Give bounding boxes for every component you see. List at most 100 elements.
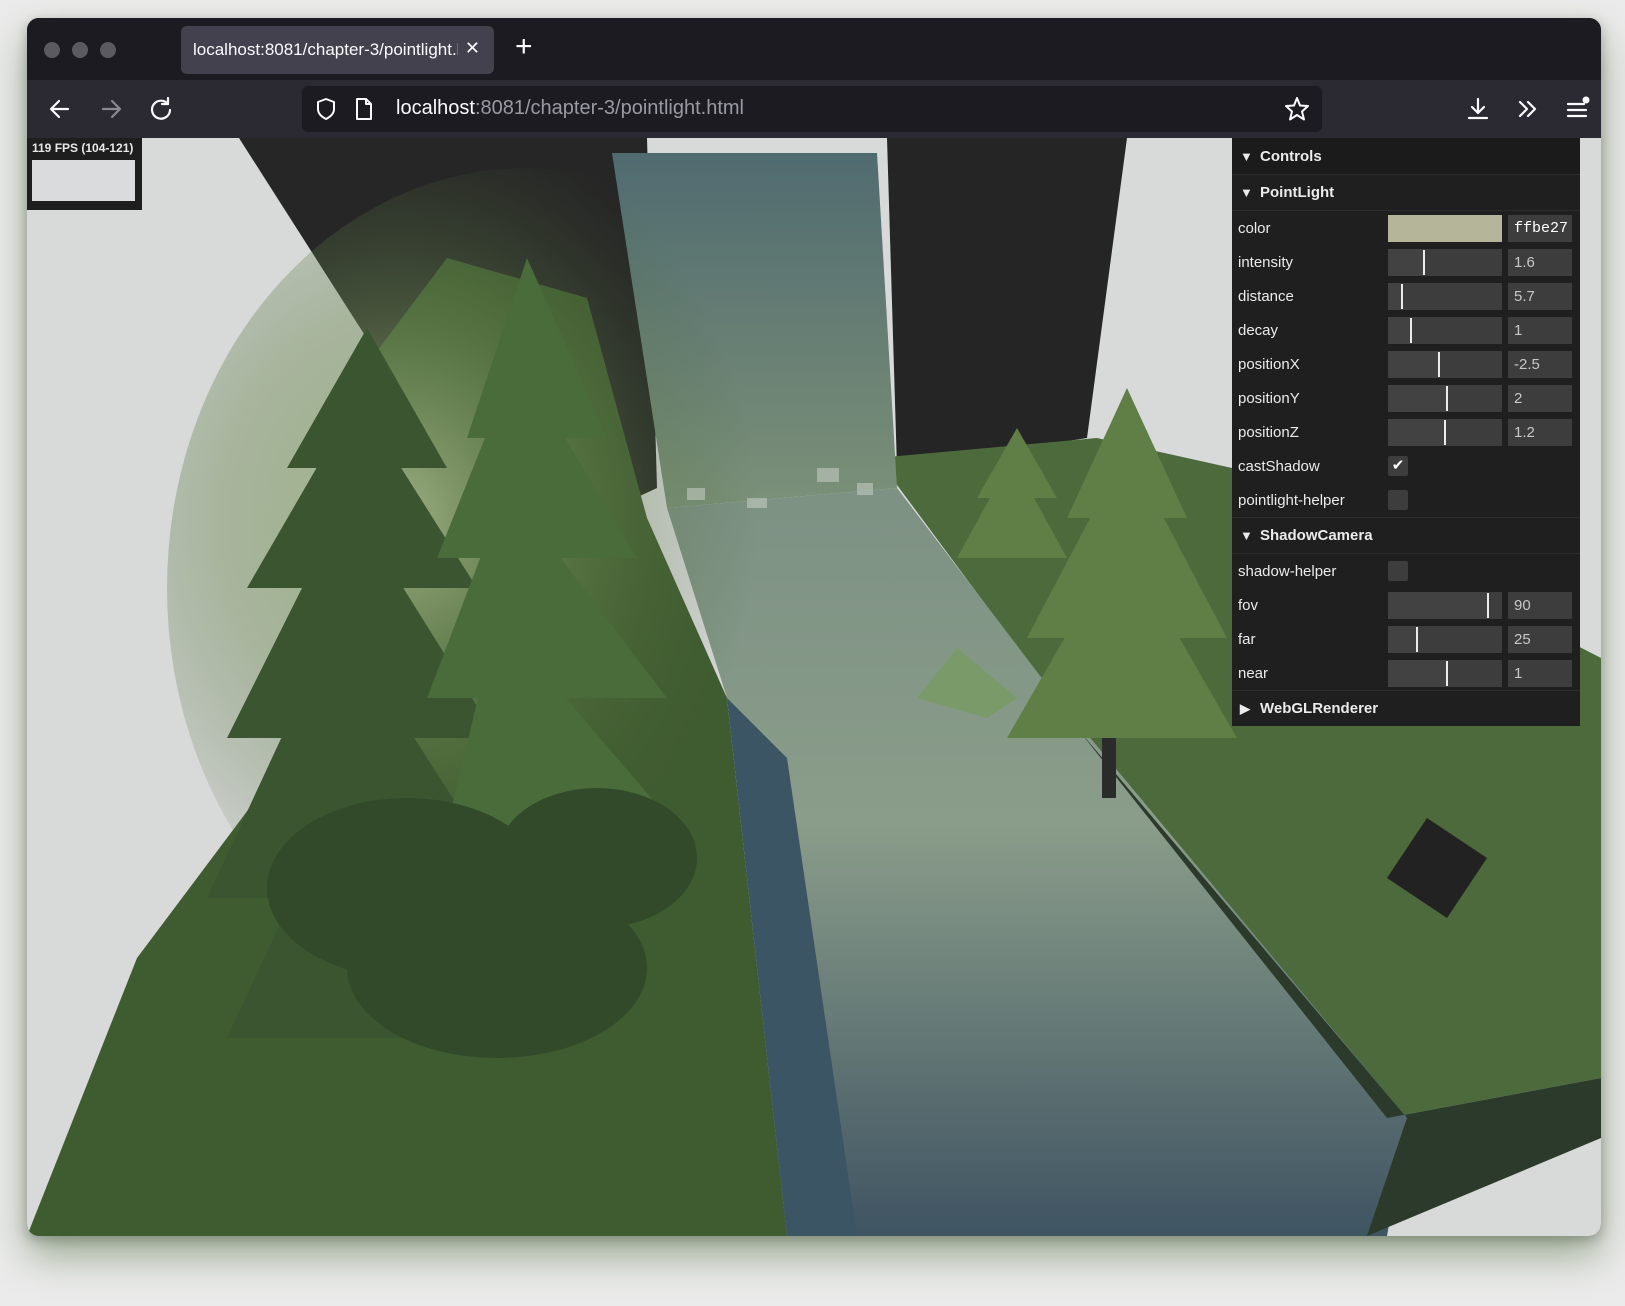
webgl-canvas[interactable]: 119 FPS (104-121) ▼ Controls ▼ PointLigh…: [27, 138, 1601, 1236]
folder-pointlight[interactable]: ▼ PointLight: [1232, 175, 1580, 211]
fov-slider[interactable]: [1388, 592, 1502, 619]
near-label: near: [1238, 665, 1269, 682]
fps-graph: [32, 160, 135, 201]
pointlight-helper-label: pointlight-helper: [1238, 492, 1345, 509]
distance-label: distance: [1238, 288, 1294, 305]
url-bar[interactable]: localhost:8081/chapter-3/pointlight.html: [302, 86, 1322, 132]
fps-stats-panel[interactable]: 119 FPS (104-121): [27, 138, 142, 210]
positionz-slider-handle[interactable]: [1444, 420, 1446, 445]
overflow-chevrons-icon[interactable]: [1514, 95, 1542, 123]
color-swatch[interactable]: [1388, 215, 1502, 242]
near-slider-handle[interactable]: [1446, 661, 1449, 686]
positionx-label: positionX: [1238, 356, 1300, 373]
fov-label: fov: [1238, 597, 1259, 614]
far-slider-fill: [1388, 626, 1417, 653]
far-slider-handle[interactable]: [1415, 627, 1418, 652]
positiony-number-input[interactable]: 2: [1508, 385, 1572, 412]
intensity-slider-handle[interactable]: [1423, 250, 1426, 275]
distance-row: distance 5.7: [1232, 279, 1580, 313]
positiony-row: positionY 2: [1232, 381, 1580, 415]
folder-webglrenderer-title: WebGLRenderer: [1260, 700, 1379, 717]
near-row: near 1: [1232, 656, 1580, 690]
url-host: localhost: [396, 97, 475, 119]
download-icon[interactable]: [1464, 95, 1492, 123]
zoom-window-icon[interactable]: [100, 42, 116, 58]
positionz-slider[interactable]: [1388, 419, 1502, 446]
new-tab-icon[interactable]: +: [515, 32, 533, 62]
positiony-slider[interactable]: [1388, 385, 1502, 412]
chevron-right-icon: ▶: [1240, 700, 1250, 716]
color-row: color ffbe27: [1232, 211, 1580, 245]
controls-panel: ▼ Controls ▼ PointLight color ffbe27 int…: [1232, 138, 1580, 726]
far-number-input[interactable]: 25: [1508, 626, 1572, 653]
page-icon[interactable]: [354, 97, 374, 121]
url-path: :8081/chapter-3/pointlight.html: [474, 97, 744, 119]
forward-icon[interactable]: [97, 95, 125, 123]
intensity-number-input[interactable]: 1.6: [1508, 249, 1572, 276]
reload-icon[interactable]: [147, 95, 175, 123]
url-text[interactable]: localhost:8081/chapter-3/pointlight.html: [396, 97, 744, 120]
folder-pointlight-title: PointLight: [1260, 184, 1335, 201]
positionz-slider-fill: [1388, 419, 1445, 446]
bookmark-star-icon[interactable]: [1284, 96, 1310, 122]
fov-slider-fill: [1388, 592, 1489, 619]
tab-close-icon[interactable]: ✕: [465, 38, 480, 59]
minimize-window-icon[interactable]: [72, 42, 88, 58]
controls-header[interactable]: ▼ Controls: [1232, 138, 1580, 175]
positionx-slider[interactable]: [1388, 351, 1502, 378]
navigation-bar: localhost:8081/chapter-3/pointlight.html: [27, 80, 1601, 138]
far-row: far 25: [1232, 622, 1580, 656]
back-icon[interactable]: [46, 95, 74, 123]
shadow-helper-checkbox[interactable]: [1388, 561, 1408, 581]
positionz-row: positionZ 1.2: [1232, 415, 1580, 449]
decay-label: decay: [1238, 322, 1279, 339]
decay-row: decay 1: [1232, 313, 1580, 347]
shadow-helper-label: shadow-helper: [1238, 563, 1337, 580]
folder-webglrenderer[interactable]: ▶ WebGLRenderer: [1232, 690, 1580, 726]
tab-bar: localhost:8081/chapter-3/pointlight.html…: [27, 18, 1601, 80]
decay-number-input[interactable]: 1: [1508, 317, 1572, 344]
decay-slider-handle[interactable]: [1409, 318, 1412, 343]
pointlight-helper-row: pointlight-helper: [1232, 483, 1580, 518]
castshadow-checkbox[interactable]: ✔: [1388, 456, 1408, 476]
fov-row: fov 90: [1232, 588, 1580, 622]
decay-slider-fill: [1388, 317, 1411, 344]
positionx-number-input[interactable]: -2.5: [1508, 351, 1572, 378]
folder-shadowcamera-title: ShadowCamera: [1260, 527, 1373, 544]
intensity-row: intensity 1.6: [1232, 245, 1580, 279]
menu-icon[interactable]: [1563, 95, 1591, 123]
positionx-row: positionX -2.5: [1232, 347, 1580, 381]
fps-readout: 119 FPS (104-121): [32, 141, 134, 155]
decay-slider[interactable]: [1388, 317, 1502, 344]
shadow-helper-row: shadow-helper: [1232, 554, 1580, 588]
browser-tab[interactable]: localhost:8081/chapter-3/pointlight.html…: [181, 26, 494, 74]
distance-number-input[interactable]: 5.7: [1508, 283, 1572, 310]
castshadow-row: castShadow ✔: [1232, 449, 1580, 483]
positiony-slider-handle[interactable]: [1446, 386, 1449, 411]
close-window-icon[interactable]: [44, 42, 60, 58]
fov-number-input[interactable]: 90: [1508, 592, 1572, 619]
chevron-down-icon: ▼: [1240, 148, 1253, 164]
near-slider[interactable]: [1388, 660, 1502, 687]
near-slider-fill: [1388, 660, 1448, 687]
intensity-slider[interactable]: [1388, 249, 1502, 276]
browser-window: localhost:8081/chapter-3/pointlight.html…: [27, 18, 1601, 1236]
fov-slider-handle[interactable]: [1487, 593, 1490, 618]
color-label: color: [1238, 220, 1271, 237]
shield-icon[interactable]: [315, 97, 337, 121]
positionx-slider-fill: [1388, 351, 1440, 378]
far-slider[interactable]: [1388, 626, 1502, 653]
distance-slider-handle[interactable]: [1400, 284, 1403, 309]
pointlight-helper-checkbox[interactable]: [1388, 490, 1408, 510]
intensity-slider-fill: [1388, 249, 1425, 276]
distance-slider[interactable]: [1388, 283, 1502, 310]
tab-title: localhost:8081/chapter-3/pointlight.html: [193, 40, 458, 59]
folder-shadowcamera[interactable]: ▼ ShadowCamera: [1232, 518, 1580, 554]
positionz-number-input[interactable]: 1.2: [1508, 419, 1572, 446]
color-hex-input[interactable]: ffbe27: [1508, 215, 1572, 242]
castshadow-label: castShadow: [1238, 458, 1320, 475]
positionx-slider-handle[interactable]: [1438, 352, 1441, 377]
positiony-slider-fill: [1388, 385, 1448, 412]
near-number-input[interactable]: 1: [1508, 660, 1572, 687]
positionz-label: positionZ: [1238, 424, 1299, 441]
